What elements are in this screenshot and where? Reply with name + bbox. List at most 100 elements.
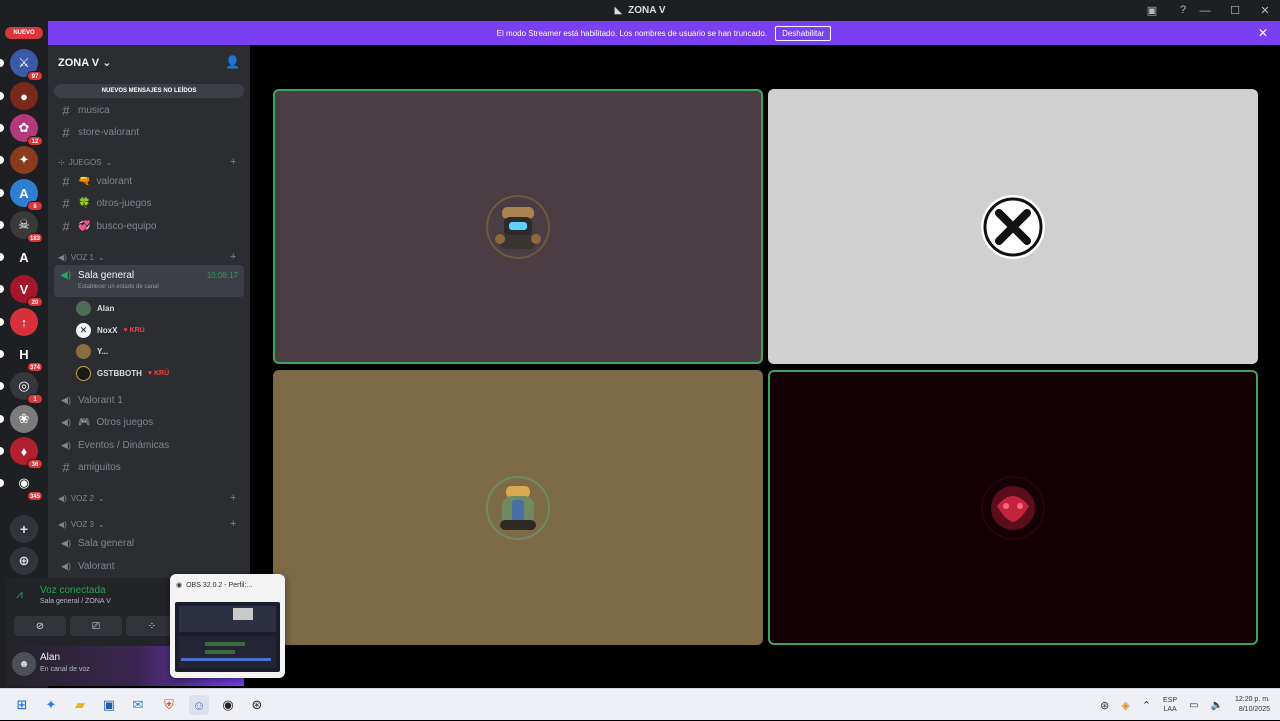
- channel-musica[interactable]: # musica: [60, 102, 109, 118]
- guild-icon[interactable]: V 20: [0, 275, 43, 307]
- file-explorer-icon[interactable]: ▰: [70, 695, 90, 715]
- brave-browser-icon[interactable]: ⛨: [159, 695, 179, 715]
- category-voz-1[interactable]: ◀) VOZ 1 ⌄ +: [58, 251, 236, 263]
- guild-icon[interactable]: A6: [0, 179, 43, 211]
- guild-icon[interactable]: ◉ 345: [0, 469, 43, 501]
- tag-text: KRÜ: [129, 326, 145, 334]
- participant-tile[interactable]: [273, 370, 763, 645]
- inbox-icon[interactable]: ▣: [1145, 3, 1159, 17]
- add-channel-icon[interactable]: +: [230, 156, 236, 168]
- voice-user-gstbboth[interactable]: GSTBBOTH ♥ KRÜ: [76, 364, 169, 382]
- channel-valorant[interactable]: # 🔫 valorant: [60, 173, 132, 189]
- voice-user-y[interactable]: Y...: [76, 342, 108, 360]
- maximize-button[interactable]: ☐: [1220, 0, 1250, 21]
- guild-icon[interactable]: A: [0, 243, 38, 271]
- language-top: ESP: [1163, 697, 1178, 704]
- unread-pill-indicator: [0, 382, 4, 390]
- participant-tile[interactable]: [768, 370, 1258, 645]
- chevron-down-icon: ⌄: [97, 519, 105, 529]
- volume-icon[interactable]: 🔈: [1211, 700, 1223, 711]
- steam-tray-icon[interactable]: ⊛: [1100, 699, 1109, 712]
- voice-connected-subtitle[interactable]: Sala general / ZONA V: [40, 598, 111, 605]
- category-juegos[interactable]: ⊹ JUEGOS ⌄ +: [58, 156, 236, 168]
- guild-icon[interactable]: ♦ 36: [0, 437, 43, 469]
- channel-busco-equipo[interactable]: # 💞 busco-equipo: [60, 218, 156, 234]
- banner-text: El modo Streamer está habilitado. Los no…: [496, 28, 768, 38]
- voice-channel-valorant[interactable]: ◀) Valorant: [60, 558, 114, 574]
- speaker-icon: ◀): [58, 519, 67, 529]
- participant-tile[interactable]: [768, 89, 1258, 364]
- close-window-button[interactable]: ✕: [1250, 0, 1280, 21]
- guild-icon[interactable]: ✿ 12: [0, 114, 43, 146]
- avatar[interactable]: ☻: [12, 652, 36, 676]
- voice-channel-otros-juegos[interactable]: ◀) 🎮 Otros juegos: [60, 414, 153, 430]
- channel-amiguitos[interactable]: # amiguitos: [60, 459, 121, 475]
- guild-icon[interactable]: ⚔ 97: [0, 49, 43, 81]
- add-channel-icon[interactable]: +: [230, 518, 236, 530]
- add-channel-icon[interactable]: +: [230, 492, 236, 504]
- guild-icon[interactable]: H 374: [0, 340, 43, 372]
- copilot-icon[interactable]: ✦: [41, 695, 61, 715]
- channel-emoji: 🍀: [78, 197, 91, 209]
- voice-user-noxx[interactable]: ✕ NoxX ♥ KRÜ: [76, 321, 145, 339]
- voice-channel-eventos[interactable]: ◀) Eventos / Dinámicas: [60, 437, 169, 453]
- steam-icon[interactable]: ⊛: [247, 695, 267, 715]
- obs-preview-image: [175, 602, 280, 672]
- active-voice-channel[interactable]: ◀) Sala general Establecer un estado de …: [54, 265, 244, 297]
- channel-store-valorant[interactable]: # store-valorant: [60, 124, 139, 140]
- obs-icon[interactable]: ◉: [218, 695, 238, 715]
- network-icon[interactable]: ▭: [1189, 700, 1198, 711]
- tray-app-icon[interactable]: ◈: [1121, 699, 1129, 712]
- mail-icon[interactable]: ✉: [128, 695, 148, 715]
- clock[interactable]: 12:20 p. m. 8/10/2025: [1235, 695, 1270, 715]
- discord-icon[interactable]: ☺: [189, 695, 209, 715]
- category-voz-2[interactable]: ◀) VOZ 2 ⌄ +: [58, 492, 236, 504]
- guild-icon[interactable]: ●: [0, 82, 38, 110]
- minimize-button[interactable]: —: [1190, 0, 1220, 21]
- voice-connected-title[interactable]: Voz conectada: [40, 585, 106, 596]
- guild-icon[interactable]: ❀: [0, 405, 38, 433]
- screen-share-button[interactable]: ⎚: [70, 616, 122, 636]
- unread-pill-indicator: [0, 189, 4, 197]
- unread-messages-pill[interactable]: NUEVOS MENSAJES NO LEÍDOS: [54, 84, 244, 98]
- discord-logo-icon: ◣: [614, 5, 623, 16]
- signal-icon[interactable]: ⩘: [16, 587, 23, 602]
- voice-user-name: NoxX: [97, 325, 118, 335]
- disable-streamer-button[interactable]: Deshabilitar: [775, 25, 832, 41]
- robot-avatar-icon: [488, 477, 548, 538]
- server-header[interactable]: ZONA V ⌄ 👤: [48, 45, 250, 79]
- new-badge[interactable]: NUEVO: [5, 27, 43, 39]
- guild-icon[interactable]: ↑: [0, 308, 38, 336]
- channel-label: amiguitos: [78, 461, 121, 473]
- participant-tile[interactable]: [273, 89, 763, 364]
- category-voz-3[interactable]: ◀) VOZ 3 ⌄ +: [58, 518, 236, 530]
- guild-glyph-icon: ●: [20, 88, 28, 104]
- channel-label: otros-juegos: [96, 197, 152, 209]
- voice-channel-sala-general[interactable]: ◀) Sala general: [60, 535, 134, 551]
- obs-taskbar-preview[interactable]: ◉ OBS 32.0.2 - Perfil:...: [170, 574, 285, 678]
- clock-time: 12:20 p. m.: [1234, 696, 1270, 703]
- tray-arrow-icon[interactable]: ⌃: [1142, 699, 1151, 712]
- guild-icon[interactable]: ◎ 1: [0, 372, 43, 404]
- close-banner-icon[interactable]: ✕: [1258, 26, 1268, 40]
- speaker-icon: ◀): [61, 537, 71, 548]
- voice-channel-valorant-1[interactable]: ◀) Valorant 1: [60, 392, 123, 408]
- language-indicator[interactable]: ESP LAA: [1163, 696, 1177, 714]
- voice-user-name: Y...: [97, 346, 109, 356]
- voice-user-alan[interactable]: Alan: [76, 299, 114, 317]
- channel-status[interactable]: Establecer un estado de canal: [78, 284, 159, 290]
- start-button-icon[interactable]: ⊞: [12, 695, 32, 715]
- channel-label: Sala general: [78, 537, 135, 549]
- store-icon[interactable]: ▣: [99, 695, 119, 715]
- guild-glyph-icon: ◉: [18, 475, 30, 490]
- add-server-button[interactable]: +: [10, 515, 38, 543]
- channel-emoji: 🎮: [78, 416, 91, 428]
- help-icon[interactable]: ?: [1176, 3, 1190, 17]
- add-member-icon[interactable]: 👤: [225, 55, 240, 69]
- add-channel-icon[interactable]: +: [230, 251, 236, 263]
- discover-icon[interactable]: ⊕: [10, 547, 38, 575]
- guild-icon[interactable]: ✦: [0, 146, 38, 174]
- channel-otros-juegos[interactable]: # 🍀 otros-juegos: [60, 195, 151, 211]
- guild-icon[interactable]: ☠ 183: [0, 211, 43, 243]
- camera-off-button[interactable]: ⊘: [14, 616, 66, 636]
